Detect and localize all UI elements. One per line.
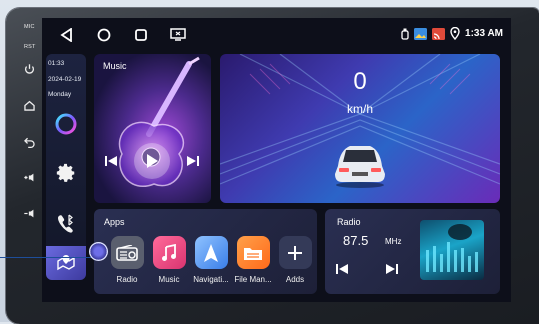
indicator-line bbox=[0, 257, 92, 258]
speedometer-widget[interactable]: 0 km/h bbox=[220, 54, 500, 203]
sidebar-time: 01:33 bbox=[48, 60, 65, 67]
nav-back-button[interactable] bbox=[58, 26, 76, 44]
radio-title: Radio bbox=[337, 217, 361, 227]
folder-icon bbox=[236, 236, 270, 269]
app-radio[interactable]: Radio bbox=[109, 236, 145, 284]
speed-unit: km/h bbox=[346, 102, 373, 116]
speed-value: 0 bbox=[353, 68, 367, 95]
map-shortcut[interactable] bbox=[46, 246, 86, 280]
play-icon bbox=[147, 154, 158, 168]
screenshot-icon bbox=[170, 28, 186, 41]
status-time: 1:33 AM bbox=[465, 28, 503, 39]
nav-recents-button[interactable] bbox=[132, 26, 150, 44]
radio-frequency: 87.5 bbox=[343, 233, 369, 248]
home-circle-icon bbox=[97, 28, 111, 42]
volume-up-button[interactable] bbox=[18, 168, 40, 186]
recents-square-icon bbox=[135, 29, 147, 41]
music-note-icon bbox=[152, 236, 186, 269]
nav-home-button[interactable] bbox=[95, 26, 113, 44]
plus-icon bbox=[278, 236, 312, 269]
mixing-console-icon bbox=[426, 224, 478, 272]
power-button[interactable] bbox=[18, 60, 40, 78]
mic-label: MIC bbox=[24, 24, 35, 30]
car-image bbox=[335, 146, 385, 188]
screenshot-button[interactable] bbox=[169, 26, 187, 44]
radio-artwork bbox=[420, 220, 484, 280]
app-label: Music bbox=[158, 275, 180, 284]
music-play-button[interactable] bbox=[134, 143, 170, 179]
sidebar-date: 2024-02-19 bbox=[48, 76, 82, 83]
radio-widget[interactable]: Radio 87.5 MHz bbox=[325, 209, 500, 294]
app-navigation[interactable]: Navigati... bbox=[193, 236, 229, 284]
status-icons: 1:33 AM bbox=[401, 27, 503, 40]
apps-title: Apps bbox=[104, 217, 125, 227]
hw-back-button[interactable] bbox=[18, 132, 40, 150]
bluetooth-phone-icon bbox=[58, 214, 73, 233]
radio-app-icon bbox=[110, 236, 144, 269]
volume-down-button[interactable] bbox=[18, 204, 40, 222]
status-bar: 1:33 AM bbox=[42, 18, 511, 52]
music-next-button[interactable] bbox=[186, 154, 200, 173]
music-title: Music bbox=[103, 61, 127, 71]
rst-label: RST bbox=[24, 44, 36, 50]
radio-unit: MHz bbox=[385, 237, 402, 246]
bluetooth-phone-button[interactable] bbox=[54, 212, 78, 236]
next-icon bbox=[187, 156, 199, 166]
hw-home-button[interactable] bbox=[18, 96, 40, 114]
radio-prev-button[interactable] bbox=[335, 262, 349, 281]
apps-widget: Apps Radio Music Navigati... File Man... bbox=[94, 209, 317, 294]
music-prev-button[interactable] bbox=[104, 154, 118, 173]
usb-icon bbox=[401, 28, 409, 40]
app-music[interactable]: Music bbox=[151, 236, 187, 284]
sidebar-weekday: Monday bbox=[48, 91, 72, 98]
head-unit-screen: 1:33 AM 01:33 2024-02-19 Monday Music 0 … bbox=[42, 18, 511, 302]
app-label: File Man... bbox=[234, 275, 272, 284]
assistant-button[interactable] bbox=[54, 112, 78, 136]
music-widget[interactable]: Music bbox=[94, 54, 211, 203]
back-icon bbox=[23, 137, 35, 148]
app-file-manager[interactable]: File Man... bbox=[234, 236, 272, 284]
app-adds[interactable]: Adds bbox=[277, 236, 313, 284]
back-triangle-icon bbox=[60, 28, 72, 42]
app-label: Radio bbox=[116, 275, 138, 284]
previous-icon bbox=[336, 264, 348, 274]
gallery-icon bbox=[414, 27, 428, 40]
app-label: Navigati... bbox=[193, 275, 229, 284]
app-label: Adds bbox=[285, 275, 305, 284]
guitar-artwork bbox=[118, 56, 200, 187]
assistant-ring-icon bbox=[55, 113, 77, 135]
power-icon bbox=[24, 63, 34, 74]
volume-down-icon bbox=[23, 209, 33, 217]
navigation-arrow-icon bbox=[194, 236, 228, 269]
sidebar: 01:33 2024-02-19 Monday bbox=[46, 54, 86, 280]
home-icon bbox=[23, 100, 35, 111]
map-pin-icon bbox=[57, 255, 75, 271]
indicator-knob bbox=[89, 242, 108, 261]
next-icon bbox=[386, 264, 398, 274]
location-icon bbox=[450, 27, 460, 40]
radio-next-button[interactable] bbox=[385, 262, 399, 281]
gear-icon bbox=[56, 163, 75, 182]
settings-button[interactable] bbox=[55, 162, 77, 184]
volume-up-icon bbox=[23, 173, 33, 181]
previous-icon bbox=[105, 156, 117, 166]
cast-icon bbox=[432, 27, 446, 40]
